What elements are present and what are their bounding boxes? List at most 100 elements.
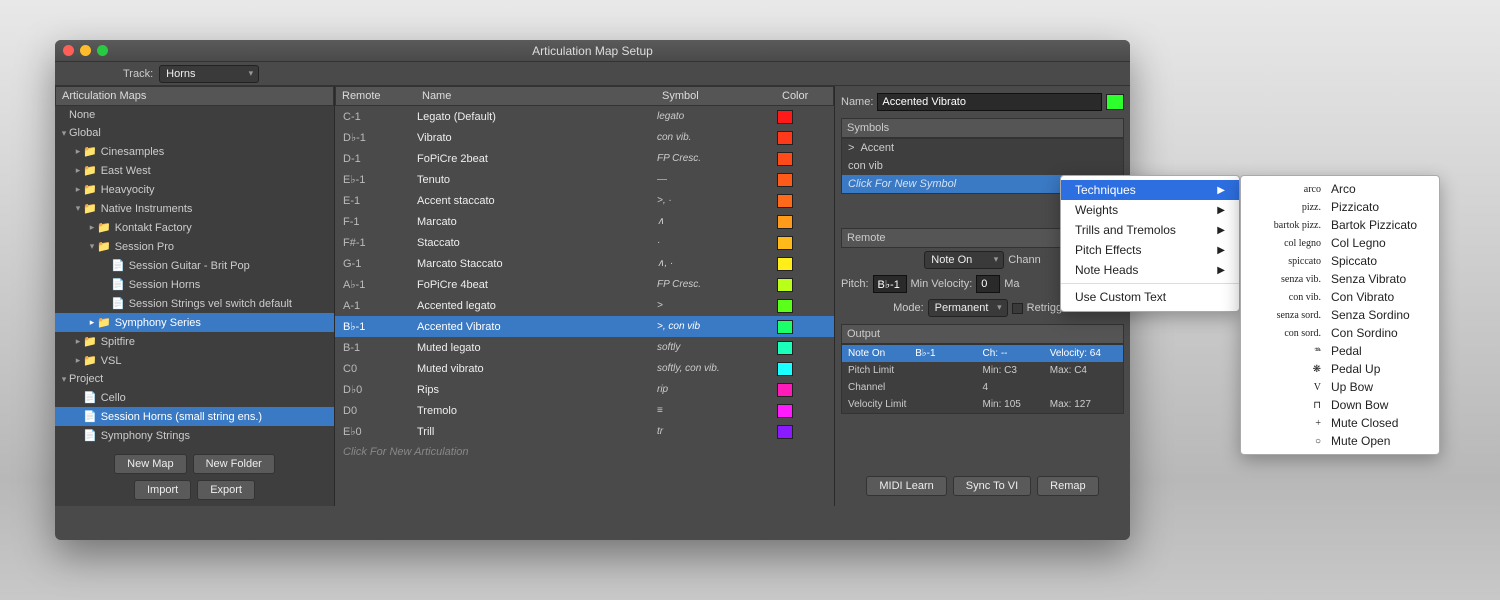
output-row[interactable]: Velocity LimitMin: 105Max: 127 [842, 396, 1123, 413]
color-swatch[interactable] [777, 215, 793, 229]
color-swatch[interactable] [777, 152, 793, 166]
tree-row[interactable]: 📄Session Guitar - Brit Pop [55, 256, 334, 275]
submenu-item[interactable]: arcoArco [1241, 180, 1439, 198]
color-swatch[interactable] [777, 110, 793, 124]
tree-row[interactable]: ▸📁VSL [55, 351, 334, 370]
articulation-row[interactable]: C0Muted vibratosoftly, con vib. [335, 358, 834, 379]
color-swatch[interactable] [777, 278, 793, 292]
col-remote[interactable]: Remote [336, 87, 416, 105]
color-swatch[interactable] [777, 320, 793, 334]
mode-select[interactable]: Permanent [928, 299, 1008, 317]
disclosure-icon[interactable]: ▸ [87, 317, 97, 328]
disclosure-icon[interactable]: ▾ [59, 374, 69, 385]
col-color[interactable]: Color [776, 87, 826, 105]
new-folder-button[interactable]: New Folder [193, 454, 275, 474]
tree-row[interactable]: ▸📁Heavyocity [55, 180, 334, 199]
tree-row[interactable]: ▾Project [55, 370, 334, 388]
color-swatch[interactable] [777, 299, 793, 313]
disclosure-icon[interactable]: ▸ [73, 146, 83, 157]
tree-row[interactable]: None [55, 106, 334, 124]
new-map-button[interactable]: New Map [114, 454, 186, 474]
disclosure-icon[interactable]: ▾ [59, 128, 69, 139]
output-row[interactable]: Channel4 [842, 379, 1123, 396]
color-swatch[interactable] [777, 425, 793, 439]
articulation-row[interactable]: E-1Accent staccato>, · [335, 190, 834, 211]
articulation-row[interactable]: F#-1Staccato· [335, 232, 834, 253]
disclosure-icon[interactable]: ▸ [87, 222, 97, 233]
color-swatch[interactable] [777, 194, 793, 208]
tree-row[interactable]: ▸📁Cinesamples [55, 142, 334, 161]
articulation-row[interactable]: A-1Accented legato> [335, 295, 834, 316]
submenu-item[interactable]: senza sord.Senza Sordino [1241, 306, 1439, 324]
disclosure-icon[interactable]: ▾ [73, 203, 83, 214]
menu-item[interactable]: Pitch Effects▶ [1061, 240, 1239, 260]
output-row[interactable]: Pitch LimitMin: C3Max: C4 [842, 362, 1123, 379]
submenu-item[interactable]: col legnoCol Legno [1241, 234, 1439, 252]
disclosure-icon[interactable]: ▸ [73, 355, 83, 366]
color-swatch[interactable] [777, 341, 793, 355]
articulation-row[interactable]: D♭-1Vibratocon vib. [335, 127, 834, 148]
articulation-row[interactable]: B-1Muted legatosoftly [335, 337, 834, 358]
submenu-item[interactable]: ⊓Down Bow [1241, 396, 1439, 414]
tree-row[interactable]: ▾📁Native Instruments [55, 199, 334, 218]
color-swatch[interactable] [777, 173, 793, 187]
menu-item[interactable]: Use Custom Text [1061, 287, 1239, 307]
import-button[interactable]: Import [134, 480, 191, 500]
articulation-row[interactable]: G-1Marcato Staccato∧, · [335, 253, 834, 274]
tree-row[interactable]: ▸📁Kontakt Factory [55, 218, 334, 237]
articulation-row[interactable]: C-1Legato (Default)legato [335, 106, 834, 127]
tree-row[interactable]: ▸📁Spitfire [55, 332, 334, 351]
new-articulation-row[interactable]: Click For New Articulation [335, 442, 834, 462]
techniques-submenu[interactable]: arcoArcopizz.Pizzicatobartok pizz.Bartok… [1240, 175, 1440, 455]
articulation-row[interactable]: D-1FoPiCre 2beatFP Cresc. [335, 148, 834, 169]
color-swatch[interactable] [777, 131, 793, 145]
submenu-item[interactable]: senza vib.Senza Vibrato [1241, 270, 1439, 288]
articulation-row[interactable]: B♭-1Accented Vibrato>, con vib [335, 316, 834, 337]
submenu-item[interactable]: VUp Bow [1241, 378, 1439, 396]
symbol-context-menu[interactable]: Techniques▶Weights▶Trills and Tremolos▶P… [1060, 175, 1240, 312]
articulation-row[interactable]: D♭0Ripsrip [335, 379, 834, 400]
output-row[interactable]: Note OnB♭-1Ch: --Velocity: 64 [842, 345, 1123, 362]
menu-item[interactable]: Weights▶ [1061, 200, 1239, 220]
submenu-item[interactable]: bartok pizz.Bartok Pizzicato [1241, 216, 1439, 234]
tree-row[interactable]: 📄Session Horns (small string ens.) [55, 407, 334, 426]
articulation-row[interactable]: E♭-1Tenuto— [335, 169, 834, 190]
articulation-row[interactable]: F-1Marcato∧ [335, 211, 834, 232]
submenu-item[interactable]: con sord.Con Sordino [1241, 324, 1439, 342]
tree-row[interactable]: 📄Session Strings vel switch default [55, 294, 334, 313]
pitch-input[interactable] [873, 275, 907, 293]
color-swatch[interactable] [777, 236, 793, 250]
symbol-row[interactable]: >Accent [842, 139, 1123, 157]
menu-item[interactable]: Note Heads▶ [1061, 260, 1239, 280]
sync-to-vi-button[interactable]: Sync To VI [953, 476, 1031, 496]
color-swatch[interactable] [777, 404, 793, 418]
articulation-row[interactable]: E♭0Trilltr [335, 421, 834, 442]
articulation-row[interactable]: A♭-1FoPiCre 4beatFP Cresc. [335, 274, 834, 295]
submenu-item[interactable]: ❋Pedal Up [1241, 360, 1439, 378]
articulation-row[interactable]: D0Tremolo≡ [335, 400, 834, 421]
remote-type-select[interactable]: Note On [924, 251, 1004, 269]
disclosure-icon[interactable]: ▸ [73, 165, 83, 176]
tree-row[interactable]: ▾Global [55, 124, 334, 142]
output-table[interactable]: Note OnB♭-1Ch: --Velocity: 64Pitch Limit… [841, 344, 1124, 414]
color-swatch[interactable] [777, 383, 793, 397]
submenu-item[interactable]: spiccatoSpiccato [1241, 252, 1439, 270]
disclosure-icon[interactable]: ▾ [87, 241, 97, 252]
color-swatch[interactable] [777, 257, 793, 271]
retrigger-checkbox[interactable] [1012, 303, 1023, 314]
submenu-item[interactable]: pizz.Pizzicato [1241, 198, 1439, 216]
submenu-item[interactable]: ○Mute Open [1241, 432, 1439, 450]
menu-item[interactable]: Techniques▶ [1061, 180, 1239, 200]
tree-row[interactable]: ▾📁Session Pro [55, 237, 334, 256]
tree-row[interactable]: 📄Session Horns [55, 275, 334, 294]
tree-row[interactable]: ▸📁East West [55, 161, 334, 180]
color-picker[interactable] [1106, 94, 1124, 110]
submenu-item[interactable]: con vib.Con Vibrato [1241, 288, 1439, 306]
export-button[interactable]: Export [197, 480, 255, 500]
track-select[interactable]: Horns [159, 65, 259, 83]
submenu-item[interactable]: 𝆮Pedal [1241, 342, 1439, 360]
remap-button[interactable]: Remap [1037, 476, 1098, 496]
minvel-input[interactable] [976, 275, 1000, 293]
col-symbol[interactable]: Symbol [656, 87, 776, 105]
midi-learn-button[interactable]: MIDI Learn [866, 476, 946, 496]
